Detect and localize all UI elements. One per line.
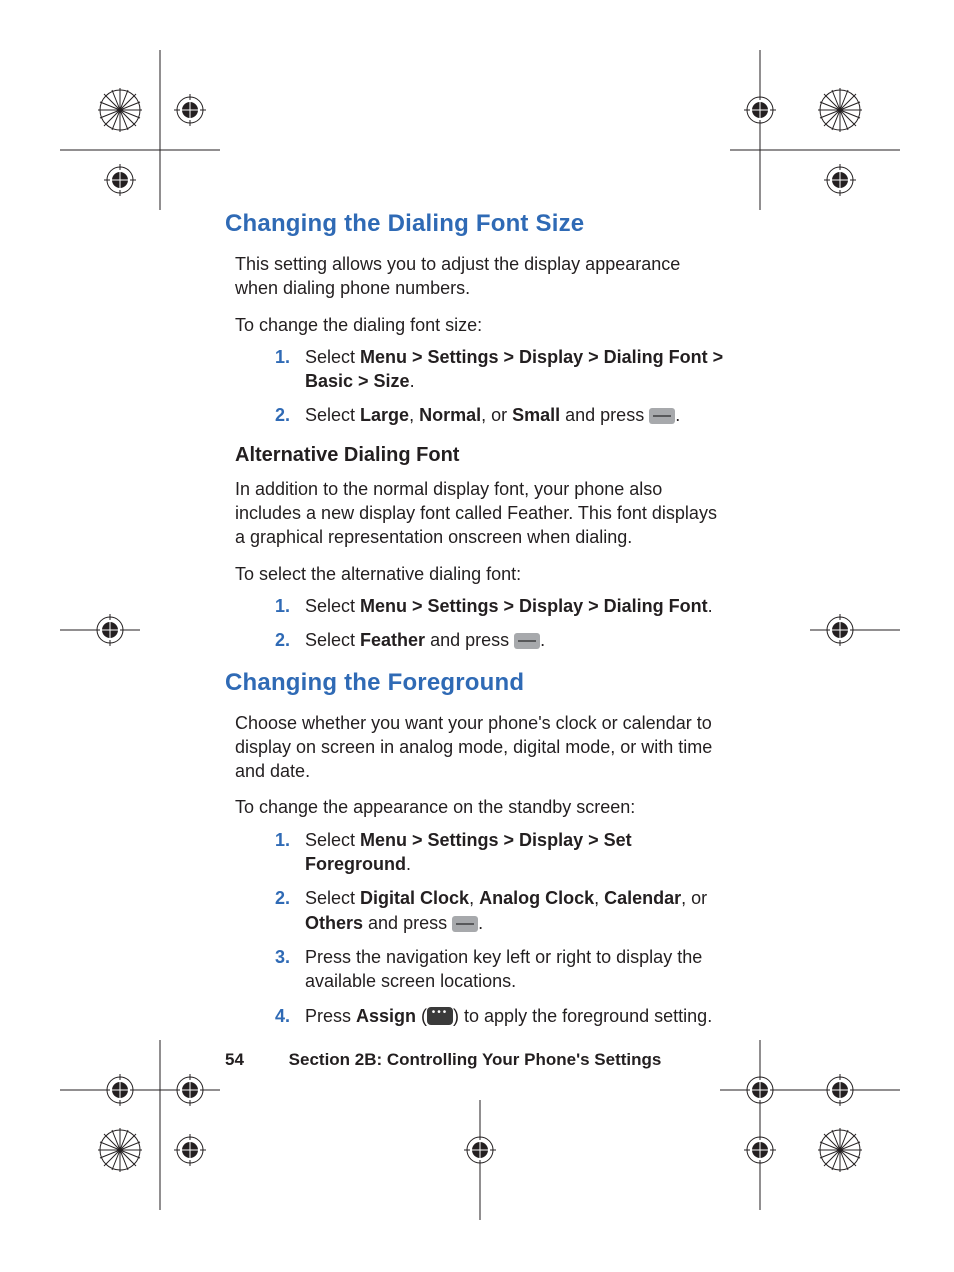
- steps-list: Select Menu > Settings > Display > Diali…: [275, 594, 725, 653]
- option-others: Others: [305, 913, 363, 933]
- option-analog-clock: Analog Clock: [479, 888, 594, 908]
- crop-mark-icon: [60, 1040, 220, 1210]
- step-text: Select: [305, 347, 360, 367]
- step-item: Select Digital Clock, Analog Clock, Cale…: [305, 886, 725, 935]
- step-text: .: [478, 913, 483, 933]
- steps-list: Select Menu > Settings > Display > Set F…: [275, 828, 725, 1028]
- steps-list: Select Menu > Settings > Display > Diali…: [275, 345, 725, 428]
- lead-in: To change the dialing font size:: [235, 313, 725, 337]
- step-text: Select: [305, 888, 360, 908]
- step-text: ,: [469, 888, 479, 908]
- softkey-icon: [427, 1007, 453, 1025]
- option-calendar: Calendar: [604, 888, 681, 908]
- heading-dialing-font-size: Changing the Dialing Font Size: [225, 210, 725, 238]
- step-item: Select Large, Normal, or Small and press…: [305, 403, 725, 427]
- step-text: , or: [681, 888, 707, 908]
- step-item: Select Menu > Settings > Display > Diali…: [305, 345, 725, 394]
- intro-para: In addition to the normal display font, …: [235, 477, 725, 550]
- crop-mark-icon: [810, 600, 900, 660]
- step-text: (: [416, 1006, 427, 1026]
- step-text: .: [410, 371, 415, 391]
- intro-para: Choose whether you want your phone's clo…: [235, 711, 725, 784]
- lead-in: To select the alternative dialing font:: [235, 562, 725, 586]
- option-small: Small: [512, 405, 560, 425]
- page-number: 54: [225, 1050, 244, 1069]
- step-text: Select: [305, 630, 360, 650]
- crop-mark-icon: [730, 50, 900, 210]
- menu-path: Menu > Settings > Display > Dialing Font: [360, 596, 708, 616]
- option-large: Large: [360, 405, 409, 425]
- step-text: ) to apply the foreground setting.: [453, 1006, 712, 1026]
- option-feather: Feather: [360, 630, 425, 650]
- step-text: Select: [305, 405, 360, 425]
- step-item: Select Menu > Settings > Display > Diali…: [305, 594, 725, 618]
- ok-key-icon: [452, 916, 478, 932]
- step-item: Select Menu > Settings > Display > Set F…: [305, 828, 725, 877]
- section-label: Section 2B: Controlling Your Phone's Set…: [289, 1050, 662, 1069]
- step-text: ,: [409, 405, 419, 425]
- crop-mark-icon: [60, 50, 220, 210]
- step-text: Select: [305, 830, 360, 850]
- step-text: .: [675, 405, 680, 425]
- step-text: , or: [481, 405, 512, 425]
- step-text: .: [406, 854, 411, 874]
- crop-mark-icon: [430, 1100, 530, 1220]
- step-text: and press: [363, 913, 452, 933]
- step-text: .: [540, 630, 545, 650]
- step-item: Press Assign ( ) to apply the foreground …: [305, 1004, 725, 1028]
- step-text: Press the navigation key left or right t…: [305, 947, 702, 991]
- step-text: Select: [305, 596, 360, 616]
- step-text: and press: [560, 405, 649, 425]
- step-text: ,: [594, 888, 604, 908]
- ok-key-icon: [649, 408, 675, 424]
- crop-mark-icon: [720, 1040, 900, 1210]
- subheading-alt-font: Alternative Dialing Font: [235, 444, 725, 467]
- heading-foreground: Changing the Foreground: [225, 669, 725, 697]
- lead-in: To change the appearance on the standby …: [235, 795, 725, 819]
- intro-para: This setting allows you to adjust the di…: [235, 252, 725, 301]
- step-text: Press: [305, 1006, 356, 1026]
- option-digital-clock: Digital Clock: [360, 888, 469, 908]
- crop-mark-icon: [60, 600, 140, 660]
- ok-key-icon: [514, 633, 540, 649]
- step-item: Press the navigation key left or right t…: [305, 945, 725, 994]
- page-footer: 54 Section 2B: Controlling Your Phone's …: [225, 1050, 661, 1070]
- option-assign: Assign: [356, 1006, 416, 1026]
- step-item: Select Feather and press .: [305, 628, 725, 652]
- step-text: and press: [425, 630, 514, 650]
- option-normal: Normal: [419, 405, 481, 425]
- page-content: Changing the Dialing Font Size This sett…: [225, 210, 725, 1044]
- step-text: .: [708, 596, 713, 616]
- menu-path: Menu > Settings > Display > Dialing Font…: [305, 347, 723, 391]
